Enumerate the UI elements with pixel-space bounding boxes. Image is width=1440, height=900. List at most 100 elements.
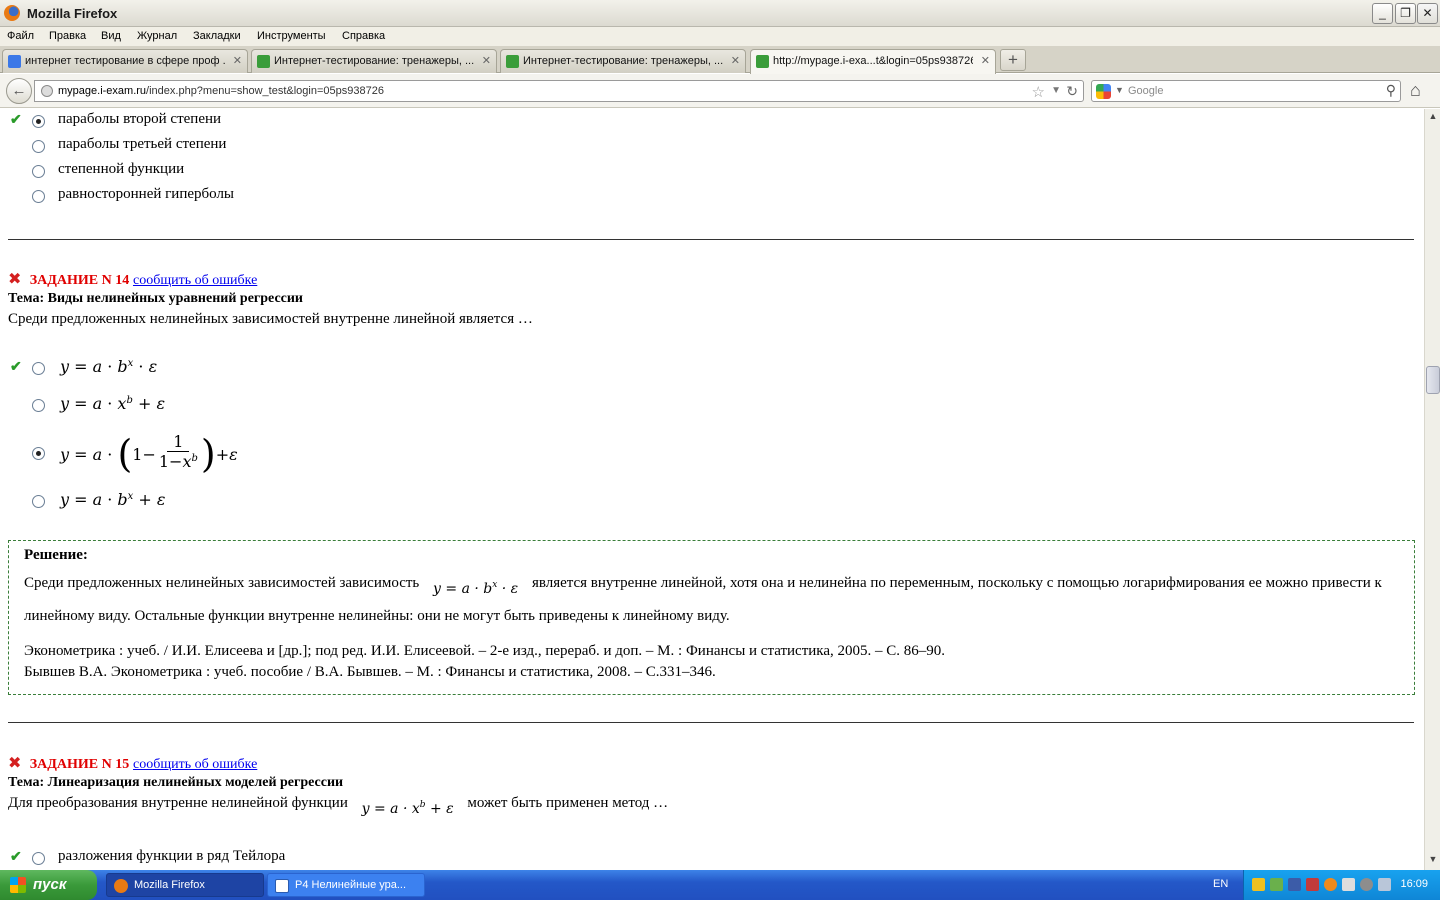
answer-option[interactable]: параболы третьей степени: [0, 135, 900, 159]
menu-file[interactable]: Файл: [7, 30, 34, 42]
tray-app-icon[interactable]: [1360, 878, 1373, 891]
restore-button[interactable]: ❐: [1395, 3, 1416, 24]
tray-app-icon[interactable]: [1270, 878, 1283, 891]
task-topic: Тема: Виды нелинейных уравнений регресси…: [8, 291, 303, 306]
menu-bookmarks[interactable]: Закладки: [193, 30, 241, 42]
task-number: ЗАДАНИЕ N 15: [29, 757, 130, 772]
search-bar[interactable]: ▼ Google ⚲: [1091, 80, 1401, 102]
page-content: ✔ параболы второй степени параболы треть…: [0, 109, 1424, 870]
task-header: ✖ ЗАДАНИЕ N 15 сообщить об ошибке: [8, 753, 257, 773]
tab-close-icon[interactable]: ✕: [233, 54, 242, 67]
answer-option[interactable]: y = a · ( 1− 1 1−xb ) + ε: [0, 427, 900, 481]
task-question: Для преобразования внутренне нелинейной …: [8, 795, 669, 817]
scroll-up-icon[interactable]: ▲: [1427, 111, 1439, 125]
solution-reference: Бывшев В.А. Эконометрика : учеб. пособие…: [24, 664, 716, 680]
window-titlebar: Mozilla Firefox _ ❐ ✕: [0, 0, 1440, 27]
answer-radio[interactable]: [32, 140, 45, 153]
tab-close-icon[interactable]: ✕: [482, 54, 491, 67]
answer-option[interactable]: равносторонней гиперболы: [0, 185, 900, 209]
scroll-thumb[interactable]: [1426, 366, 1440, 394]
new-tab-button[interactable]: +: [1000, 49, 1026, 71]
scroll-down-icon[interactable]: ▼: [1427, 854, 1439, 868]
search-placeholder: Google: [1128, 85, 1164, 97]
envelope-icon: [756, 55, 769, 68]
report-error-link[interactable]: сообщить об ошибке: [133, 273, 257, 288]
tab-google-search[interactable]: интернет тестирование в сфере проф ... ✕: [2, 49, 248, 73]
home-icon[interactable]: ⌂: [1410, 80, 1421, 101]
answer-radio[interactable]: [32, 447, 45, 460]
search-icon[interactable]: ⚲: [1386, 82, 1396, 99]
clock: 16:09: [1400, 878, 1428, 890]
firefox-icon: [114, 879, 128, 893]
tray-app-icon[interactable]: [1306, 878, 1319, 891]
answer-radio[interactable]: [32, 190, 45, 203]
answer-option[interactable]: ✔ разложения функции в ряд Тейлора: [0, 847, 900, 870]
engine-dropdown-icon[interactable]: ▼: [1115, 85, 1124, 95]
answer-radio[interactable]: [32, 362, 45, 375]
inline-formula: y = a · bx · ε: [433, 580, 519, 597]
menu-help[interactable]: Справка: [342, 30, 385, 42]
tab-close-icon[interactable]: ✕: [731, 54, 740, 67]
url-text[interactable]: mypage.i-exam.ru/index.php?menu=show_tes…: [58, 85, 384, 97]
task-divider: [8, 239, 1414, 240]
tab-i-exam-2[interactable]: Интернет-тестирование: тренажеры, ... ✕: [500, 49, 746, 73]
correct-check-icon: ✔: [10, 113, 22, 128]
tab-i-exam-1[interactable]: Интернет-тестирование: тренажеры, ... ✕: [251, 49, 497, 73]
back-button[interactable]: ←: [6, 78, 32, 104]
answer-text: разложения функции в ряд Тейлора: [58, 848, 286, 864]
tab-label: Интернет-тестирование: тренажеры, ...: [274, 55, 474, 67]
tab-label: интернет тестирование в сфере проф ...: [25, 55, 225, 67]
answer-option[interactable]: степенной функции: [0, 160, 900, 184]
start-button[interactable]: пуск: [0, 870, 97, 900]
reload-icon[interactable]: ↻: [1066, 83, 1078, 100]
solution-reference: Эконометрика : учеб. / И.И. Елисеева и […: [24, 643, 946, 659]
answer-radio[interactable]: [32, 115, 45, 128]
url-bar[interactable]: mypage.i-exam.ru/index.php?menu=show_tes…: [34, 80, 1084, 102]
answer-text: параболы третьей степени: [58, 136, 227, 152]
close-window-button[interactable]: ✕: [1417, 3, 1438, 24]
answer-option[interactable]: ✔ параболы второй степени: [0, 110, 900, 134]
menu-edit[interactable]: Правка: [49, 30, 86, 42]
taskbar-item-word[interactable]: Р4 Нелинейные ура...: [267, 873, 425, 897]
answer-radio[interactable]: [32, 165, 45, 178]
answer-radio[interactable]: [32, 495, 45, 508]
menu-history[interactable]: Журнал: [137, 30, 177, 42]
globe-icon: [41, 85, 53, 97]
word-document-icon: [275, 879, 289, 893]
system-tray: 16:09: [1243, 870, 1440, 900]
vertical-scrollbar[interactable]: ▲ ▼: [1424, 109, 1440, 870]
correct-check-icon: ✔: [10, 850, 22, 865]
taskbar-item-firefox[interactable]: Mozilla Firefox: [106, 873, 264, 897]
google-icon: [8, 55, 21, 68]
windows-flag-icon: [10, 877, 26, 893]
tray-app-icon[interactable]: [1378, 878, 1391, 891]
tray-app-icon[interactable]: [1324, 878, 1337, 891]
bookmark-star-icon[interactable]: ☆: [1032, 83, 1045, 101]
tray-app-icon[interactable]: [1252, 878, 1265, 891]
volume-icon[interactable]: [1342, 878, 1355, 891]
answer-text: равносторонней гиперболы: [58, 186, 235, 202]
formula: y = a · bx + ε: [60, 490, 166, 509]
menu-tools[interactable]: Инструменты: [257, 30, 326, 42]
solution-heading: Решение:: [24, 547, 88, 563]
report-error-link[interactable]: сообщить об ошибке: [133, 757, 257, 772]
menu-view[interactable]: Вид: [101, 30, 121, 42]
inline-formula: y = a · xb + ε: [361, 800, 454, 817]
language-indicator[interactable]: EN: [1213, 878, 1228, 890]
answer-option[interactable]: ✔ y = a · bx · ε: [0, 357, 900, 381]
google-engine-icon[interactable]: [1096, 84, 1111, 99]
answer-radio[interactable]: [32, 852, 45, 865]
wrong-answer-icon: ✖: [8, 269, 22, 288]
answer-text: параболы второй степени: [58, 111, 222, 127]
answer-text: степенной функции: [58, 161, 185, 177]
tab-i-exam-active[interactable]: http://mypage.i-exa...t&login=05ps938726…: [750, 49, 996, 74]
windows-taskbar: пуск Mozilla Firefox Р4 Нелинейные ура..…: [0, 870, 1440, 900]
tab-close-icon[interactable]: ✕: [981, 54, 990, 67]
answer-option[interactable]: y = a · bx + ε: [0, 490, 900, 514]
tab-bar: интернет тестирование в сфере проф ... ✕…: [0, 46, 1440, 74]
url-dropdown-icon[interactable]: ▼: [1051, 85, 1061, 96]
answer-option[interactable]: y = a · xb + ε: [0, 394, 900, 418]
tray-app-icon[interactable]: [1288, 878, 1301, 891]
answer-radio[interactable]: [32, 399, 45, 412]
minimize-button[interactable]: _: [1372, 3, 1393, 24]
